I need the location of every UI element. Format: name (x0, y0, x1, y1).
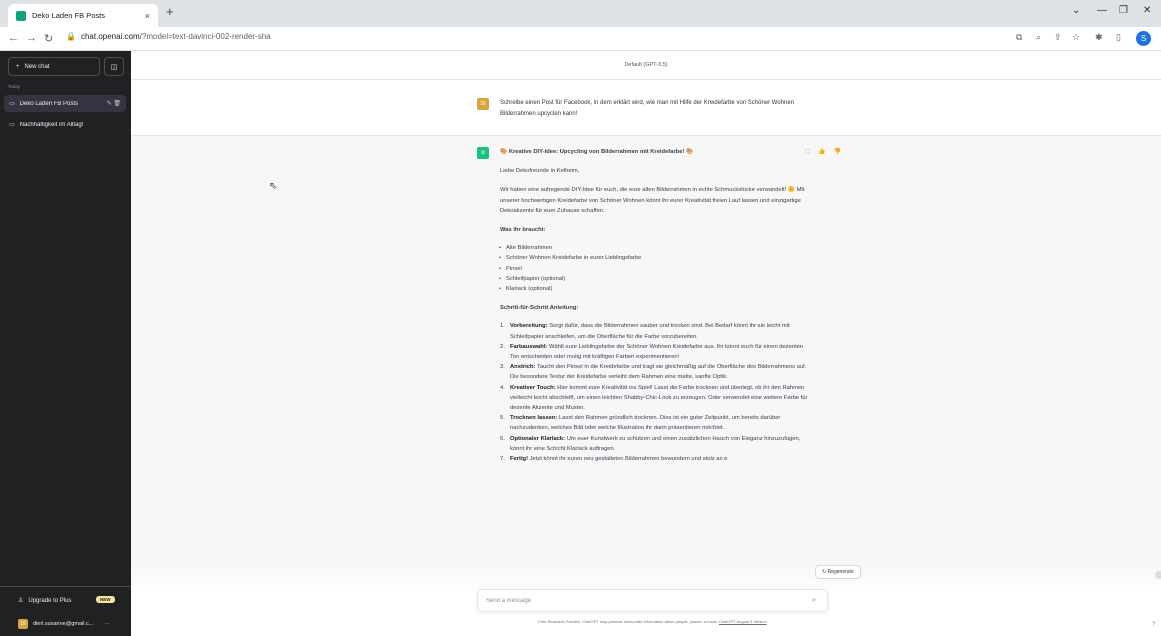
assistant-message-text: 🎨 Kreative DIY-Idee: Upcycling von Bilde… (499, 147, 810, 464)
address-bar: ← → ↻ 🔒 chat.openai.com/?model=text-davin… (0, 27, 1161, 51)
forward-icon[interactable]: → (26, 32, 37, 44)
tab-search-icon[interactable]: ⌄ (1072, 5, 1080, 16)
user-menu[interactable]: DI dierl.susanne@gmail.c... ··· (18, 619, 110, 629)
browser-tabbar: Deko Laden FB Posts × + ⌄ — ❐ ✕ (0, 0, 1161, 27)
tab-close-icon[interactable]: × (145, 11, 150, 21)
close-window-button[interactable]: ✕ (1143, 5, 1151, 16)
list-item: Alte Bilderrahmen (499, 243, 810, 253)
step-item: 4. Kreativer Touch: Hier kommt eure Kreat… (500, 384, 808, 412)
plus-icon: + (16, 63, 20, 70)
user-message-text: Schreibe einen Post für Facebook, in dem… (500, 100, 795, 117)
extensions-icon[interactable]: ✱ (1095, 32, 1103, 43)
step-item: 3. Anstrich: Taucht den Pinsel in die Kre… (500, 364, 807, 381)
new-tab-button[interactable]: + (166, 4, 174, 19)
upgrade-label: Upgrade to Plus (28, 597, 72, 604)
user-message-avatar: DI (477, 98, 489, 110)
chat-main: Default (GPT-3.5) DI Schreibe einen Post… (131, 51, 1161, 636)
list-item: Pinsel (499, 264, 810, 274)
step-item: 2. Farbauswahl: Wählt eure Lieblingsfarbe… (500, 343, 804, 361)
conversation-title: Deko Laden FB Posts (19, 100, 79, 107)
user-icon: ♙ (18, 598, 24, 604)
list-item: Klarlack (optional) (499, 284, 810, 294)
message-input[interactable] (486, 595, 786, 607)
chatgpt-logo-icon: ⚙ (477, 147, 489, 159)
needs-heading: Was ihr braucht: (500, 227, 546, 234)
step-item: 7. Fertig! Jetzt könnt ihr euren neu gest… (500, 456, 728, 463)
lock-icon: 🔒 (66, 32, 76, 41)
scroll-down-button[interactable] (1155, 571, 1161, 579)
response-heading: 🎨 Kreative DIY-Idee: Upcycling von Bilde… (500, 149, 694, 155)
mouse-cursor-icon: ⇖ (269, 181, 278, 192)
regenerate-label: Regenerate (827, 569, 854, 575)
profile-avatar[interactable]: S (1136, 31, 1151, 46)
reload-icon[interactable]: ↻ (44, 32, 53, 45)
share-icon[interactable]: ⇪ (1054, 32, 1062, 43)
sidebar-item-nachhaltigkeit[interactable]: ▭ Nachhaltigkeit im Alltag! (4, 116, 126, 133)
conversation-title: Nachhaltigkeit im Alltag! (19, 121, 84, 128)
list-item: Schleifpapier (optional) (499, 274, 810, 284)
step-item: 5. Trocknen lassen: Lasst den Rahmen grün… (500, 415, 781, 432)
needs-list: Alte Bilderrahmen Schöner Wohnen Kreidef… (499, 243, 810, 294)
chat-bubble-icon: ▭ (9, 101, 15, 107)
step-item: 6. Optionaler Klarlack: Um euer Kunstwerk… (500, 435, 801, 452)
sidebar-item-deko-laden[interactable]: ▭ Deko Laden FB Posts ✎ 🗑 (4, 95, 126, 112)
user-email: dierl.susanne@gmail.c... (33, 621, 94, 627)
new-chat-label: New chat (24, 63, 50, 70)
sidebar: + New chat ◫ Today ▭ Deko Laden FB Posts… (0, 51, 131, 636)
sidebar-footer: ♙ Upgrade to Plus NEW DI dierl.susanne@g… (0, 586, 131, 636)
steps-heading: Schritt-für-Schritt Anleitung: (500, 305, 579, 312)
disclaimer: Free Research Preview. ChatGPT may produ… (477, 619, 828, 624)
regenerate-button[interactable]: ↻ Regenerate (815, 565, 861, 579)
url-host: chat.openai.com (80, 32, 140, 41)
upgrade-button[interactable]: ♙ Upgrade to Plus (18, 597, 72, 605)
restore-button[interactable]: ❐ (1119, 5, 1128, 16)
back-icon[interactable]: ← (8, 32, 19, 44)
copy-like-dislike-icons[interactable]: ▢ 👍 👎 (805, 148, 844, 155)
chatgpt-favicon (16, 10, 26, 21)
sidebar-toggle-icon[interactable]: ◫ (104, 57, 124, 76)
section-today: Today (8, 84, 21, 89)
user-avatar: DI (18, 619, 28, 629)
translate-icon[interactable]: ⧉ (1016, 32, 1022, 43)
edit-delete-icons[interactable]: ✎ 🗑 (107, 100, 126, 107)
new-badge: NEW (96, 596, 115, 603)
steps-list: 1. Vorbereitung: Sorgt dafür, dass die Bi… (500, 321, 810, 464)
zoom-icon[interactable]: ⌕ (1036, 32, 1041, 43)
bookmark-star-icon[interactable]: ☆ (1072, 32, 1080, 43)
help-icon[interactable]: ? (1152, 622, 1155, 628)
url-path: /?model=text-davinci-002-render-sha (139, 32, 271, 41)
model-label: Default (GPT-3.5) (131, 51, 1161, 80)
send-icon[interactable]: ➤ (811, 596, 817, 604)
disclaimer-text: Free Research Preview. ChatGPT may produ… (538, 619, 719, 624)
version-link[interactable]: ChatGPT August 3 Version (719, 619, 767, 624)
more-icon[interactable]: ··· (104, 621, 110, 627)
url-field[interactable]: 🔒 chat.openai.com/?model=text-davinci-002… (66, 32, 271, 41)
response-greeting: Liebe Dekofreunde in Kelheim, (500, 168, 580, 175)
list-item: Schöner Wohnen Kreidefarbe in eurer Lieb… (499, 253, 810, 263)
new-chat-button[interactable]: + New chat (8, 57, 100, 76)
sidepanel-icon[interactable]: ▯ (1116, 32, 1121, 43)
step-item: 1. Vorbereitung: Sorgt dafür, dass die Bi… (500, 323, 790, 340)
minimize-button[interactable]: — (1097, 5, 1107, 16)
message-composer: ➤ (477, 589, 828, 612)
chat-bubble-icon: ▭ (9, 122, 15, 128)
tab-title: Deko Laden FB Posts (32, 11, 105, 20)
regenerate-icon: ↻ (822, 569, 827, 575)
response-intro: Wir haben eine aufregende DIY-Idee für e… (500, 187, 805, 214)
browser-tab[interactable]: Deko Laden FB Posts × (8, 4, 158, 27)
